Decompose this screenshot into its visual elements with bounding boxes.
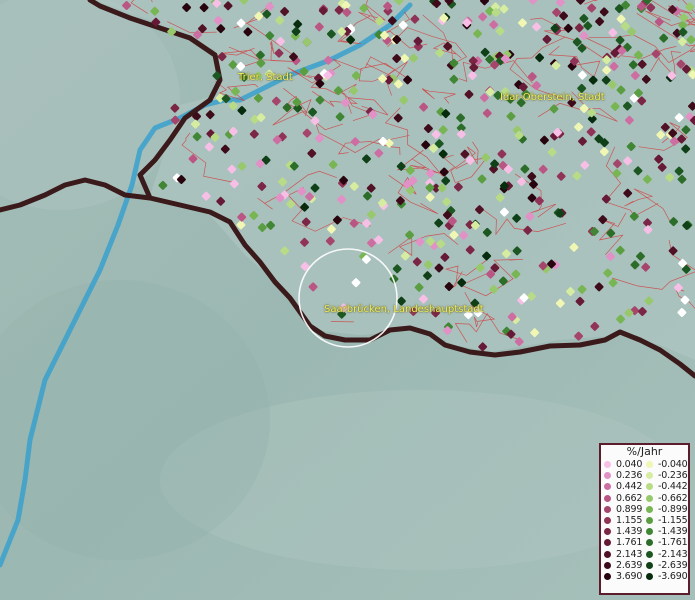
legend-title: %/Jahr [626, 445, 663, 458]
legend-swatch [646, 483, 653, 491]
legend-swatch [646, 505, 653, 513]
legend-swatch [604, 572, 611, 580]
legend-item: 2.143 [604, 549, 646, 560]
legend-swatch [604, 494, 611, 502]
legend-swatch [604, 561, 611, 569]
legend-swatch [646, 561, 653, 569]
legend-swatch [646, 572, 653, 580]
legend-value: 1.439 [616, 526, 643, 538]
legend-value: 3.690 [616, 570, 643, 582]
legend-swatch [646, 461, 653, 469]
legend-value: -0.236 [658, 470, 688, 482]
legend-item: -3.690 [646, 571, 688, 582]
map-canvas[interactable] [0, 0, 695, 600]
legend-value: 2.143 [616, 548, 643, 560]
legend-item: -0.442 [646, 481, 688, 492]
legend-value: 0.040 [616, 459, 643, 470]
legend-value: -1.761 [658, 537, 688, 549]
legend-swatch [646, 539, 653, 547]
legend-value: 2.639 [616, 559, 643, 571]
legend-item: -2.143 [646, 549, 688, 560]
legend-item: -1.155 [646, 515, 688, 526]
legend-value: 1.761 [616, 537, 643, 549]
legend-value: -0.442 [658, 481, 688, 493]
legend-swatch [646, 472, 653, 480]
legend-item: 0.236 [604, 470, 646, 481]
legend-item: -2.639 [646, 560, 688, 571]
legend-item: 0.662 [604, 493, 646, 504]
legend-swatch [604, 461, 611, 469]
legend-item: 0.442 [604, 481, 646, 492]
legend-swatch [604, 472, 611, 480]
legend-item: 2.639 [604, 560, 646, 571]
legend-item: -1.761 [646, 537, 688, 548]
legend-item: 0.040 [604, 459, 646, 470]
legend-positive-column: 0.040 0.236 0.442 0.662 0.899 1.155 1.439 1.761… [604, 459, 646, 582]
legend: %/Jahr 0.040 0.236 0.442 0.662 0.899 1.155 1.4… [599, 443, 690, 595]
legend-swatch [604, 505, 611, 513]
legend-item: -0.899 [646, 504, 688, 515]
legend-value: -0.899 [658, 503, 688, 515]
legend-item: -0.040 [646, 459, 688, 470]
legend-swatch [604, 517, 611, 525]
legend-value: 0.236 [616, 470, 643, 482]
legend-value: 0.662 [616, 492, 643, 504]
legend-swatch [604, 483, 611, 491]
legend-item: -0.662 [646, 493, 688, 504]
legend-swatch [604, 539, 611, 547]
legend-value: 1.155 [616, 514, 643, 526]
legend-swatch [646, 517, 653, 525]
legend-swatch [646, 494, 653, 502]
legend-swatch [646, 550, 653, 558]
legend-item: -1.439 [646, 526, 688, 537]
legend-item: 1.761 [604, 537, 646, 548]
legend-value: -0.040 [658, 459, 688, 470]
legend-value: -2.639 [658, 559, 688, 571]
legend-item: -0.236 [646, 470, 688, 481]
legend-swatch [646, 528, 653, 536]
legend-negative-column: -0.040 -0.236 -0.442 -0.662 -0.899 -1.155 -1.4… [646, 459, 688, 582]
legend-value: -1.439 [658, 526, 688, 538]
legend-value: -1.155 [658, 514, 688, 526]
legend-item: 0.899 [604, 504, 646, 515]
legend-swatch [604, 550, 611, 558]
legend-swatch [604, 528, 611, 536]
legend-value: -3.690 [658, 570, 688, 582]
legend-value: 0.442 [616, 481, 643, 493]
legend-item: 1.439 [604, 526, 646, 537]
legend-value: 0.899 [616, 503, 643, 515]
legend-value: -0.662 [658, 492, 688, 504]
legend-value: -2.143 [658, 548, 688, 560]
legend-item: 1.155 [604, 515, 646, 526]
legend-item: 3.690 [604, 571, 646, 582]
